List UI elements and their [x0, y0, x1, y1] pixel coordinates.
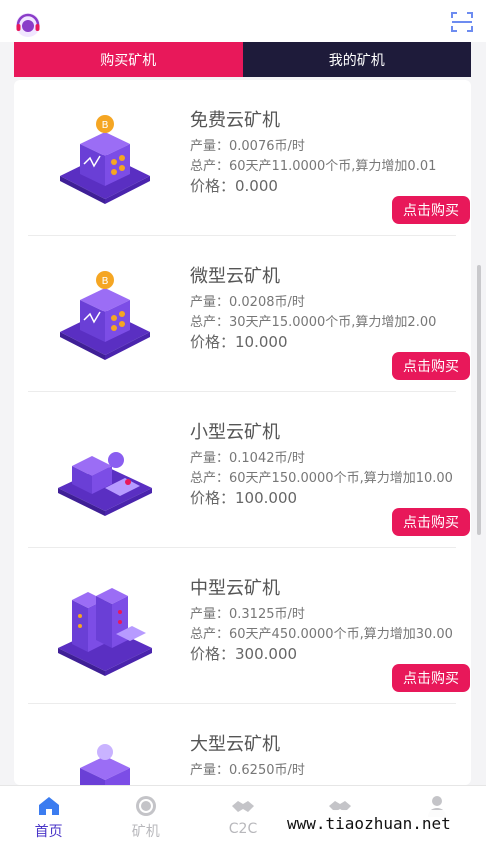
- miner-output: 产量：0.3125币/时: [190, 607, 305, 622]
- miner-price: 价格：100.000: [190, 489, 298, 507]
- nav-home-label: 首页: [34, 824, 63, 840]
- miner-total: 总产：60天产150.0000个币,算力增加10.00: [190, 471, 453, 486]
- scan-icon[interactable]: [450, 10, 474, 34]
- miner-total: 总产：30天产15.0000个币,算力增加2.00: [190, 315, 437, 330]
- miner-output: 产量：0.0208币/时: [190, 295, 305, 310]
- miner-name: 微型云矿机: [190, 266, 280, 287]
- list-item: B 免费云矿机 产量：0.0076币/时 总产：60天产11.0000个币,算力…: [28, 80, 470, 236]
- list-item: 中型云矿机 产量：0.3125币/时 总产：60天产450.0000个币,算力增…: [28, 548, 470, 704]
- miner-name: 大型云矿机: [190, 734, 280, 755]
- handshake-icon: [232, 801, 254, 812]
- miner-tabs: 购买矿机 我的矿机: [14, 42, 471, 77]
- nav-c2c-label: C2C: [228, 821, 258, 837]
- miner-output: 产量：0.1042币/时: [190, 451, 305, 466]
- coin-icon: [135, 796, 156, 816]
- miner-total: 总产：60天产11.0000个币,算力增加0.01: [190, 159, 437, 174]
- miner-price: 价格：0.000: [190, 177, 278, 195]
- scrollbar[interactable]: [477, 265, 481, 535]
- watermark: www.tiaozhuan.net: [279, 810, 459, 836]
- headset-avatar-icon[interactable]: [14, 10, 42, 38]
- list-item: 大型云矿机 产量：0.6250币/时: [28, 704, 456, 785]
- miner-price: 价格：10.000: [190, 333, 288, 351]
- top-bar: [0, 0, 486, 42]
- miner-output: 产量：0.6250币/时: [190, 763, 305, 778]
- miner-total: 总产：60天产450.0000个币,算力增加30.00: [190, 627, 453, 642]
- buy-button[interactable]: 点击购买: [392, 664, 470, 692]
- buy-button[interactable]: 点击购买: [392, 196, 470, 224]
- home-icon: [38, 797, 59, 815]
- tab-buy-miner[interactable]: 购买矿机: [14, 42, 243, 77]
- nav-miner-label: 矿机: [131, 824, 160, 840]
- svg-text:B: B: [102, 120, 109, 131]
- rack-miner-icon: [58, 588, 152, 676]
- tab-my-miner[interactable]: 我的矿机: [242, 42, 471, 77]
- cube-miner-icon: B: [60, 115, 150, 204]
- nav-home[interactable]: 首页: [0, 786, 97, 842]
- large-miner-icon: [80, 744, 130, 785]
- cube-miner-icon: B: [60, 271, 150, 360]
- miner-list: B 免费云矿机 产量：0.0076币/时 总产：60天产11.0000个币,算力…: [14, 80, 471, 785]
- svg-text:B: B: [102, 276, 109, 287]
- miner-name: 中型云矿机: [190, 578, 280, 599]
- miner-name: 小型云矿机: [190, 422, 280, 443]
- server-miner-icon: [58, 452, 152, 516]
- miner-price: 价格：300.000: [190, 645, 298, 663]
- miner-output: 产量：0.0076币/时: [190, 139, 305, 154]
- nav-miner[interactable]: 矿机: [97, 786, 194, 842]
- buy-button[interactable]: 点击购买: [392, 352, 470, 380]
- nav-c2c[interactable]: C2C: [194, 786, 291, 842]
- list-item: B 微型云矿机 产量：0.0208币/时 总产：30天产15.0000个币,算力…: [28, 236, 470, 392]
- list-item: 小型云矿机 产量：0.1042币/时 总产：60天产150.0000个币,算力增…: [28, 392, 470, 548]
- buy-button[interactable]: 点击购买: [392, 508, 470, 536]
- miner-name: 免费云矿机: [190, 110, 280, 131]
